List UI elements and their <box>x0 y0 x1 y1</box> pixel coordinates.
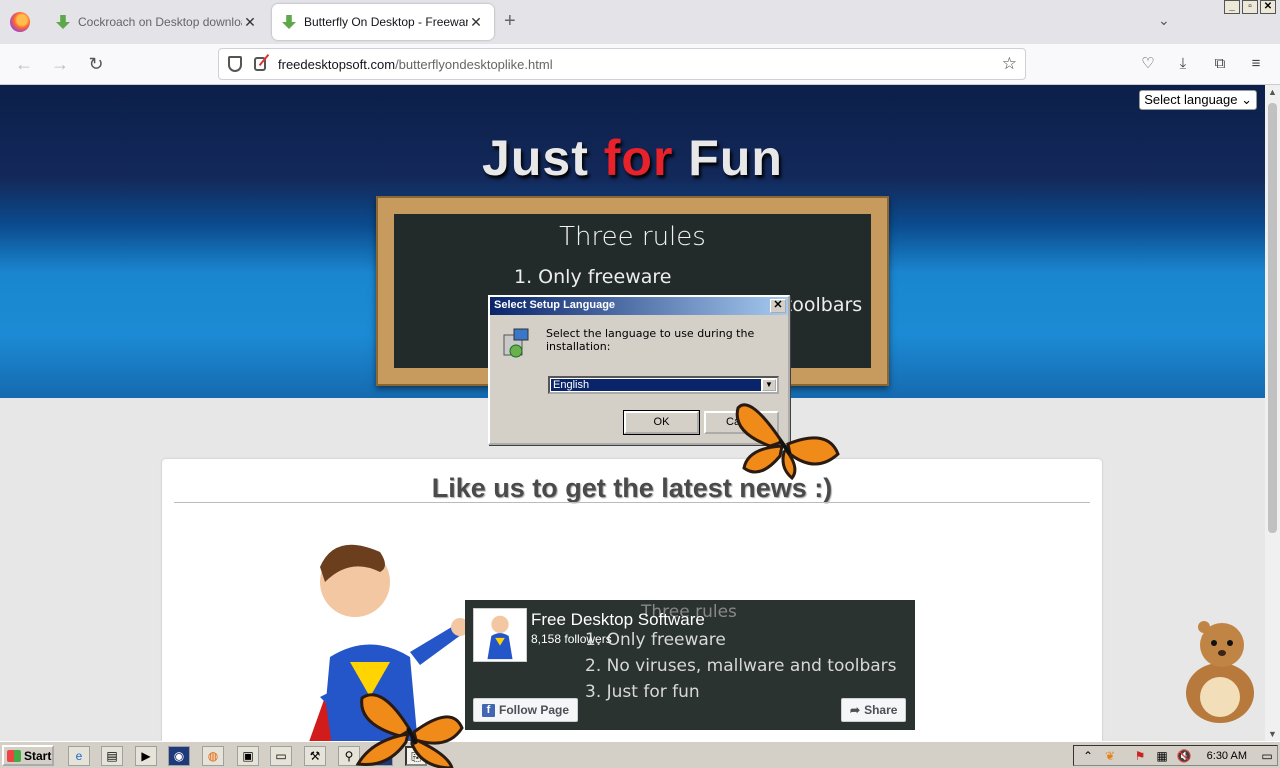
fb-page-name[interactable]: Free Desktop Software <box>531 610 705 630</box>
download-icon <box>56 15 70 29</box>
language-select[interactable]: English ▼ <box>548 376 779 394</box>
butterfly-icon[interactable] <box>352 684 468 768</box>
network-icon[interactable]: ▦ <box>1154 748 1170 764</box>
board-rule-1: 1. Only freeware <box>514 266 672 288</box>
window-app-icon[interactable]: ▭ <box>270 746 292 766</box>
facebook-icon: f <box>482 703 495 717</box>
butterfly-tray-icon[interactable]: ❦ <box>1102 748 1118 764</box>
tab-butterfly[interactable]: Butterfly On Desktop - Freeware e ✕ <box>272 4 494 40</box>
scroll-up-icon[interactable]: ▲ <box>1268 87 1277 97</box>
clock[interactable]: 6:30 AM <box>1207 750 1247 762</box>
volume-muted-icon[interactable]: 🔇 <box>1176 748 1192 764</box>
internet-explorer-icon[interactable]: e <box>68 746 90 766</box>
dialog-titlebar[interactable]: Select Setup Language ✕ <box>490 297 788 315</box>
language-selected-value: English <box>551 379 761 391</box>
reload-icon[interactable]: ↻ <box>84 52 108 76</box>
close-tab-icon[interactable]: ✕ <box>468 14 484 31</box>
tracking-shield-icon[interactable] <box>228 56 242 72</box>
fb-board-rule-3: 3. Just for fun <box>585 682 700 702</box>
tab-cockroach[interactable]: Cockroach on Desktop download : ✕ <box>46 4 268 40</box>
close-tab-icon[interactable]: ✕ <box>242 14 258 31</box>
butterfly-icon[interactable] <box>730 398 842 480</box>
list-all-tabs-button[interactable]: ⌄ <box>1158 12 1170 29</box>
tab-title: Butterfly On Desktop - Freeware e <box>304 15 468 29</box>
window-controls: _ ▫ ✕ <box>1224 0 1276 14</box>
pocket-icon[interactable]: ♡ <box>1138 54 1158 74</box>
hero-title-for: for <box>603 130 674 186</box>
download-icon <box>282 15 296 29</box>
show-desktop-icon[interactable]: ▭ <box>1259 748 1275 764</box>
divider <box>174 502 1090 503</box>
close-window-button[interactable]: ✕ <box>1260 0 1276 14</box>
menu-icon[interactable]: ≡ <box>1246 54 1266 74</box>
start-button[interactable]: Start <box>2 745 54 766</box>
bookmark-star-icon[interactable]: ☆ <box>1002 54 1017 74</box>
follow-page-label: Follow Page <box>499 703 570 717</box>
facebook-page-widget[interactable]: Three rules 1. Only freeware 2. No virus… <box>465 600 915 730</box>
dialog-message: Select the language to use during the in… <box>546 327 755 353</box>
insecure-lock-icon[interactable] <box>254 57 266 71</box>
firefox-icon[interactable] <box>10 12 30 32</box>
forward-icon[interactable]: → <box>48 52 72 76</box>
flag-alert-icon[interactable]: ⚑ <box>1132 748 1148 764</box>
minimize-button[interactable]: _ <box>1224 0 1240 14</box>
navigation-bar: ← → ↻ freedesktopsoft.com/butterflyondes… <box>0 44 1280 85</box>
dialog-title: Select Setup Language <box>494 299 616 311</box>
dialog-close-button[interactable]: ✕ <box>770 299 786 313</box>
share-icon: ➦ <box>850 703 861 717</box>
file-explorer-icon[interactable]: ▤ <box>101 746 123 766</box>
extensions-icon[interactable]: ⧉ <box>1210 54 1230 74</box>
select-language-dropdown[interactable]: Select language ⌄ <box>1139 90 1257 110</box>
tab-strip: Cockroach on Desktop download : ✕ Butter… <box>0 0 1280 44</box>
firefox-taskbar-icon[interactable]: ◍ <box>202 746 224 766</box>
url-path: /butterflyondesktoplike.html <box>395 56 553 72</box>
hero-title-just: Just <box>482 130 604 186</box>
follow-page-button[interactable]: f Follow Page <box>473 698 579 722</box>
share-label: Share <box>864 703 898 717</box>
tab-title: Cockroach on Desktop download : <box>78 15 242 29</box>
system-tray: ⌃ ❦ ⚑ ▦ 🔇 6:30 AM ▭ <box>1073 745 1278 766</box>
remote-desktop-icon[interactable]: ▣ <box>237 746 259 766</box>
fb-followers: 8,158 followers <box>531 632 612 646</box>
url-bar[interactable]: freedesktopsoft.com/butterflyondesktopli… <box>218 48 1026 80</box>
media-player-icon[interactable]: ▶ <box>135 746 157 766</box>
share-button[interactable]: ➦ Share <box>841 698 907 722</box>
installer-icon <box>503 328 529 358</box>
page-scrollbar[interactable]: ▲ ▼ <box>1265 85 1280 741</box>
fb-board-rule-2: 2. No viruses, mallware and toolbars <box>585 656 897 676</box>
fb-page-avatar[interactable] <box>473 608 527 662</box>
board-title: Three rules <box>559 222 706 252</box>
tool-icon[interactable]: ⚒ <box>304 746 326 766</box>
ok-button[interactable]: OK <box>623 410 700 435</box>
back-icon[interactable]: ← <box>12 52 36 76</box>
dropdown-arrow-icon[interactable]: ▼ <box>762 379 776 391</box>
url-host: freedesktopsoft.com <box>278 56 396 72</box>
hamster-image <box>1186 621 1254 723</box>
chrome-icon[interactable]: ◉ <box>168 746 190 766</box>
start-label: Start <box>24 748 52 763</box>
downloads-icon[interactable]: ⤓ <box>1173 54 1193 74</box>
restore-button[interactable]: ▫ <box>1242 0 1258 14</box>
hero-title: Just for Fun <box>0 129 1265 187</box>
like-title: Like us to get the latest news :) <box>431 473 833 503</box>
show-hidden-icons-icon[interactable]: ⌃ <box>1080 748 1096 764</box>
like-panel: Like us to get the latest news :) Three … <box>162 459 1102 741</box>
hero-title-fun: Fun <box>673 130 783 186</box>
scroll-thumb[interactable] <box>1268 103 1277 533</box>
new-tab-button[interactable]: + <box>504 10 516 33</box>
windows-logo-icon <box>7 749 21 762</box>
taskbar: Start e ▤ ▶ ◉ ◍ ▣ ▭ ⚒ ⚲ ⛨ ⎘ ⌃ ❦ ⚑ ▦ 🔇 6:… <box>0 741 1280 768</box>
scroll-down-icon[interactable]: ▼ <box>1268 729 1277 739</box>
